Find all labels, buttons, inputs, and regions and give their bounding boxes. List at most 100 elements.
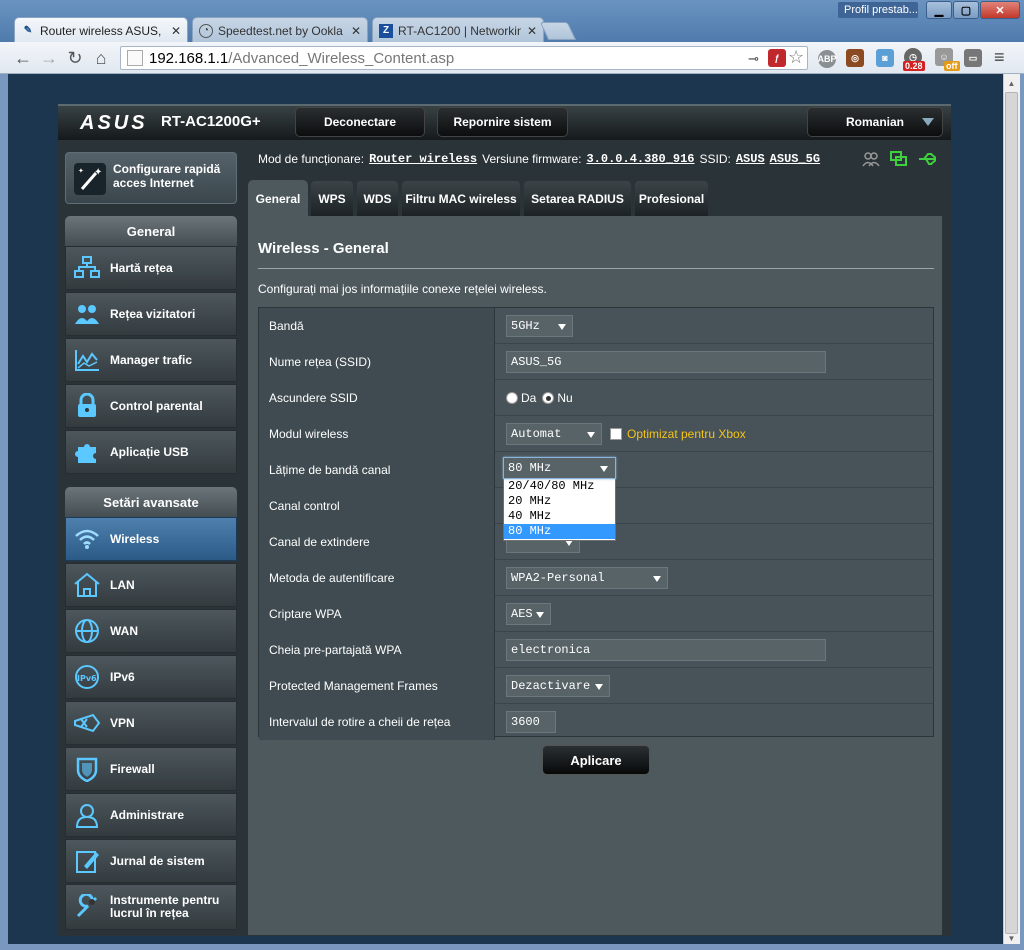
pmf-label: Protected Management Frames [259, 668, 495, 704]
bandwidth-option-selected[interactable]: 80 MHz [504, 524, 615, 539]
url-host: 192.168.1.1 [149, 49, 229, 67]
bandwidth-option[interactable]: 20/40/80 MHz [504, 479, 615, 494]
pin-icon[interactable]: ⊸ [748, 51, 764, 66]
sidebar-item-lan[interactable]: LAN [65, 563, 237, 607]
browser-tab[interactable]: Z RT-AC1200 | Networking | ✕ [372, 17, 544, 43]
sidebar-item-wireless[interactable]: Wireless [65, 517, 237, 561]
back-icon[interactable]: ← [12, 48, 34, 68]
network-status-icon[interactable] [890, 151, 908, 167]
tab-professional[interactable]: Profesional [634, 180, 709, 216]
firewall-icon [72, 754, 102, 784]
rekey-label: Intervalul de rotire a cheii de rețea [259, 704, 495, 740]
close-tab-icon[interactable]: ✕ [171, 24, 181, 38]
language-value: Romanian [845, 115, 904, 129]
profile-button[interactable]: Profil prestab... [838, 2, 918, 18]
sidebar-item-guest-network[interactable]: Rețea vizitatori [65, 292, 237, 336]
sidebar-item-label: WAN [110, 623, 138, 638]
adblock-icon[interactable]: ABP [818, 50, 837, 68]
clients-icon[interactable] [862, 151, 880, 167]
hide-ssid-yes-radio[interactable] [506, 392, 518, 404]
control-channel-label: Canal control [259, 488, 495, 524]
system-log-icon [72, 846, 102, 876]
sidebar-item-label: Aplicație USB [110, 444, 189, 459]
sidebar-item-firewall[interactable]: Firewall [65, 747, 237, 791]
close-tab-icon[interactable]: ✕ [527, 24, 537, 38]
band-select[interactable]: 5GHz [506, 315, 573, 337]
tab-wds[interactable]: WDS [356, 180, 399, 216]
scroll-up-arrow[interactable]: ▲ [1003, 75, 1020, 91]
minimize-button[interactable]: ▁ [926, 1, 952, 19]
ssid-link-5g[interactable]: ASUS_5G [770, 152, 820, 166]
hide-ssid-no-radio[interactable] [542, 392, 555, 404]
home-icon[interactable]: ⌂ [90, 48, 112, 68]
logout-button[interactable]: Deconectare [295, 107, 425, 137]
auth-select[interactable]: WPA2-Personal [506, 567, 668, 589]
menu-icon[interactable]: ≡ [994, 47, 1005, 68]
browser-tab[interactable]: ◔ Speedtest.net by Ookla - T ✕ [192, 17, 368, 43]
window-close-button[interactable]: ✕ [980, 1, 1020, 19]
scroll-down-arrow[interactable]: ▼ [1003, 930, 1020, 946]
instagram-icon[interactable]: ◎ [846, 49, 864, 67]
camera-icon[interactable]: ◙ [876, 49, 894, 67]
sidebar-item-network-map[interactable]: Hartă rețea [65, 246, 237, 290]
tab-mac-filter[interactable]: Filtru MAC wireless [401, 180, 521, 216]
off-badge: off [944, 61, 960, 71]
sidebar-item-label: Firewall [110, 761, 155, 776]
tab-general[interactable]: General [248, 180, 308, 216]
ssid-input[interactable]: ASUS_5G [506, 351, 826, 373]
reload-icon[interactable]: ↻ [64, 48, 86, 68]
parental-control-icon [72, 391, 102, 421]
tab-wps[interactable]: WPS [310, 180, 354, 216]
sidebar-item-label: Wireless [110, 531, 160, 546]
ssid-label: Nume rețea (SSID) [259, 344, 495, 380]
sidebar-item-parental-control[interactable]: Control parental [65, 384, 237, 428]
sidebar-item-label: IPv6 [110, 669, 135, 684]
ssid-link-24g[interactable]: ASUS [736, 152, 765, 166]
url-path: /Advanced_Wireless_Content.asp [228, 49, 455, 67]
close-tab-icon[interactable]: ✕ [351, 24, 361, 38]
sidebar-item-system-log[interactable]: Jurnal de sistem [65, 839, 237, 883]
bandwidth-label: Lățime de bandă canal [259, 452, 495, 488]
wpa-encryption-select[interactable]: AES [506, 603, 551, 625]
bandwidth-option[interactable]: 40 MHz [504, 509, 615, 524]
apply-button[interactable]: Aplicare [542, 745, 650, 775]
bandwidth-option[interactable]: 20 MHz [504, 494, 615, 509]
wireless-mode-select[interactable]: Automat [506, 423, 602, 445]
mode-link[interactable]: Router wireless [369, 152, 477, 166]
language-select[interactable]: Romanian [807, 107, 943, 137]
rekey-input[interactable]: 3600 [506, 711, 556, 733]
flash-icon[interactable]: ƒ [768, 49, 786, 67]
form-row-ssid: Nume rețea (SSID) ASUS_5G [259, 344, 933, 380]
maximize-button[interactable]: ▢ [953, 1, 979, 19]
hide-ssid-yes-label: Da [521, 391, 537, 405]
tab-radius[interactable]: Setarea RADIUS [523, 180, 632, 216]
scrollbar-thumb[interactable] [1005, 92, 1018, 934]
sidebar-item-usb-app[interactable]: Aplicație USB [65, 430, 237, 474]
psk-input[interactable]: electronica [506, 639, 826, 661]
xbox-checkbox[interactable] [610, 428, 622, 440]
forward-icon[interactable]: → [38, 48, 60, 68]
reboot-button[interactable]: Repornire sistem [437, 107, 568, 137]
sidebar-item-wan[interactable]: WAN [65, 609, 237, 653]
quick-setup-button[interactable]: ✦ ✦ Configurare rapidă acces Internet [65, 152, 237, 204]
sidebar-item-administration[interactable]: Administrare [65, 793, 237, 837]
sidebar-item-vpn[interactable]: VPN [65, 701, 237, 745]
firmware-link[interactable]: 3.0.0.4.380_916 [586, 152, 694, 166]
sidebar-item-label: LAN [110, 577, 135, 592]
tab-title: Router wireless ASUS, mod [40, 23, 165, 38]
sidebar-item-ipv6[interactable]: IPv6 IPv6 [65, 655, 237, 699]
cast-icon[interactable]: ▭ [964, 49, 982, 67]
address-bar[interactable]: 192.168.1.1/Advanced_Wireless_Content.as… [120, 46, 808, 70]
wifi-icon [72, 524, 102, 554]
page-icon [127, 50, 143, 66]
usb-status-icon[interactable] [918, 151, 936, 167]
sidebar-item-traffic-manager[interactable]: Manager trafic [65, 338, 237, 382]
chevron-down-icon [600, 466, 608, 472]
form-row-psk: Cheia pre-partajată WPA electronica [259, 632, 933, 668]
sidebar-item-network-tools[interactable]: Instrumente pentru lucrul în rețea [65, 884, 237, 930]
browser-tab-active[interactable]: ✎ Router wireless ASUS, mod ✕ [14, 17, 188, 43]
pmf-select[interactable]: Dezactivare [506, 675, 610, 697]
bookmark-star-icon[interactable]: ☆ [788, 47, 804, 68]
bandwidth-select[interactable]: 80 MHz [503, 457, 616, 479]
network-map-icon [72, 253, 102, 283]
